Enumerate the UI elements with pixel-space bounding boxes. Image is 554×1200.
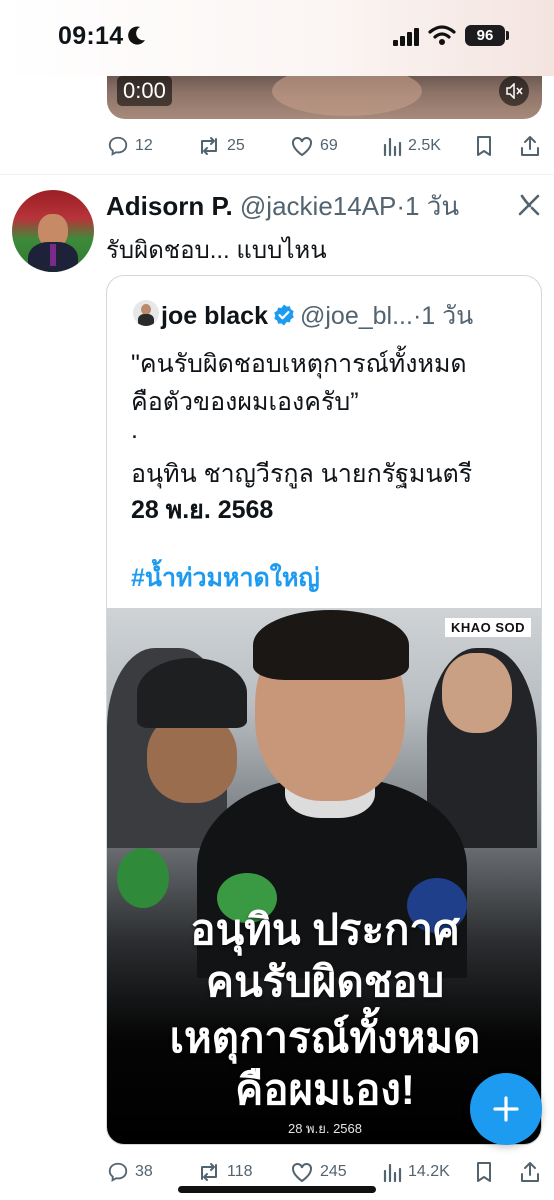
like-count: 245 [320, 1163, 347, 1180]
image-figure [253, 610, 409, 680]
image-figure [442, 653, 512, 733]
bookmark-button[interactable] [475, 1157, 493, 1187]
mute-icon [506, 83, 523, 99]
quoted-text-line: คือตัวของผมเองครับ” [131, 388, 359, 416]
video-time: 0:00 [117, 76, 172, 106]
like-count: 69 [320, 137, 338, 154]
image-figure [137, 658, 247, 728]
image-headline-line: เหตุการณ์ทั้งหมด [169, 1014, 481, 1061]
hashtag-link[interactable]: #น้ำท่วมหาดใหญ่ [131, 558, 320, 598]
mute-button[interactable] [499, 76, 529, 106]
battery-indicator: 96 [465, 25, 505, 46]
status-bar: 09:14 96 [0, 0, 554, 76]
repost-button[interactable]: 118 [197, 1157, 253, 1187]
signal-icon [393, 28, 419, 46]
video-frame [272, 76, 422, 116]
views-button[interactable]: 14.2K [382, 1157, 450, 1187]
views-icon [383, 137, 402, 157]
avatar[interactable] [12, 190, 94, 272]
microphone [117, 848, 169, 908]
tweet-time: ·1 วัน [396, 191, 460, 221]
tweet-text: รับผิดชอบ... แบบไหน [106, 237, 327, 264]
views-count: 14.2K [408, 1163, 450, 1180]
grok-icon[interactable] [516, 192, 542, 218]
quoted-text-line: 28 พ.ย. 2568 [131, 496, 274, 524]
verified-icon [274, 304, 294, 326]
author-handle[interactable]: @jackie14AP [240, 191, 396, 221]
views-count: 2.5K [408, 137, 441, 154]
views-icon [383, 1163, 402, 1183]
quoted-text-line: . [131, 416, 138, 444]
like-button[interactable]: 245 [290, 1157, 347, 1187]
compose-button[interactable] [470, 1073, 542, 1145]
status-time: 09:14 [58, 22, 124, 50]
bookmark-button[interactable] [475, 131, 493, 161]
quoted-header: joe black @joe_bl...·1 วัน [161, 296, 473, 336]
quoted-image[interactable]: KHAO SOD อนุทิน ประกาศ คนรับผิดชอบ เหตุก… [107, 608, 541, 1144]
repost-button[interactable]: 25 [197, 131, 245, 161]
reply-icon [108, 1162, 128, 1182]
previous-tweet-actions: 12 25 69 2.5K [0, 131, 554, 161]
share-icon [521, 1162, 539, 1182]
reply-button[interactable]: 12 [107, 131, 153, 161]
avatar-mic [50, 244, 56, 266]
bookmark-icon [477, 1162, 491, 1182]
repost-icon [201, 1163, 217, 1181]
quoted-avatar [133, 300, 159, 326]
share-button[interactable] [519, 131, 541, 161]
quoted-tweet[interactable]: joe black @joe_bl...·1 วัน "คนรับผิดชอบเห… [106, 275, 542, 1145]
repost-count: 118 [227, 1163, 253, 1180]
wifi-icon [428, 25, 456, 45]
reply-icon [108, 136, 128, 156]
like-icon [292, 1162, 312, 1183]
moon-icon [128, 26, 145, 45]
image-headline-line: อนุทิน ประกาศ [190, 906, 460, 953]
tweet-actions: 38 118 245 14.2K [0, 1157, 554, 1187]
tweet-header: Adisorn P. @jackie14AP·1 วัน [106, 186, 459, 222]
quoted-author-name: joe black [161, 302, 268, 330]
image-headline-line: คนรับผิดชอบ [205, 958, 445, 1005]
repost-count: 25 [227, 137, 245, 154]
previous-tweet-video[interactable] [107, 76, 542, 119]
quoted-text-line: อนุทิน ชาญวีรกูล นายกรัฐมนตรี [131, 460, 473, 488]
share-icon [521, 136, 539, 156]
tweet-divider [0, 174, 554, 175]
like-icon [292, 136, 312, 157]
battery-cap [506, 31, 509, 40]
image-watermark: KHAO SOD [444, 618, 531, 637]
reply-count: 12 [135, 137, 153, 154]
home-indicator[interactable] [178, 1186, 376, 1193]
quoted-avatar-body [138, 314, 154, 326]
share-button[interactable] [519, 1157, 541, 1187]
reply-count: 38 [135, 1163, 153, 1180]
plus-icon [493, 1096, 519, 1122]
reply-button[interactable]: 38 [107, 1157, 153, 1187]
bookmark-icon [477, 136, 491, 156]
quoted-text-line: "คนรับผิดชอบเหตุการณ์ทั้งหมด [131, 350, 467, 378]
views-button[interactable]: 2.5K [382, 131, 441, 161]
author-name[interactable]: Adisorn P. [106, 191, 233, 221]
repost-icon [201, 137, 217, 155]
quoted-handle: @joe_bl... [300, 302, 413, 330]
like-button[interactable]: 69 [290, 131, 338, 161]
quoted-time: ·1 วัน [412, 302, 474, 330]
